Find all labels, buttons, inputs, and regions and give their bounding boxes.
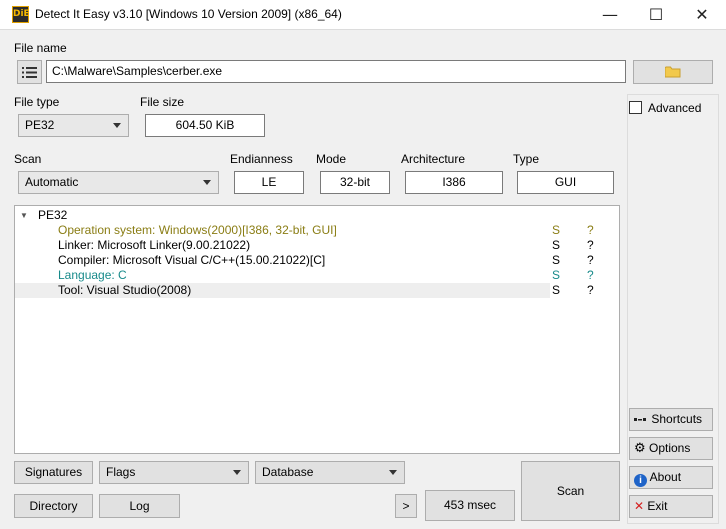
tree-row-info-button[interactable]: ? — [587, 238, 594, 253]
file-path-input[interactable]: C:\Malware\Samples\cerber.exe — [46, 60, 626, 83]
info-icon: i — [634, 474, 647, 487]
advanced-checkbox[interactable] — [629, 101, 642, 114]
tree-row-flag: S — [552, 268, 561, 282]
window-title: Detect It Easy v3.10 [Windows 10 Version… — [35, 7, 342, 21]
file-name-label: File name — [14, 41, 67, 55]
file-size-label: File size — [140, 95, 185, 109]
tree-row-linker[interactable]: Linker: Microsoft Linker(9.00.21022) S ? — [15, 238, 619, 253]
file-menu-button[interactable] — [17, 60, 42, 84]
flags-select[interactable]: Flags — [99, 461, 249, 484]
tree-row-flag: S — [552, 283, 561, 297]
mode-label: Mode — [316, 152, 347, 166]
expand-icon[interactable]: ▼ — [20, 208, 28, 223]
shortcuts-label: Shortcuts — [651, 412, 703, 426]
advanced-label: Advanced — [648, 101, 702, 115]
tree-root[interactable]: ▼ PE32 — [15, 208, 619, 223]
scan-button[interactable]: Scan — [521, 461, 620, 521]
tree-row-info-button[interactable]: ? — [587, 283, 594, 298]
list-icon — [22, 67, 37, 78]
options-label: Options — [649, 441, 691, 455]
gear-icon: ⚙ — [634, 441, 646, 456]
more-button[interactable]: > — [395, 494, 417, 518]
endianness-label: Endianness — [230, 152, 293, 166]
tree-row-info-button[interactable]: ? — [587, 253, 594, 268]
close-icon: ✕ — [634, 499, 645, 513]
log-button[interactable]: Log — [99, 494, 180, 518]
shortcuts-button[interactable]: Shortcuts — [629, 408, 713, 431]
database-select[interactable]: Database — [255, 461, 405, 484]
tree-row-compiler[interactable]: Compiler: Microsoft Visual C/C++(15.00.2… — [15, 253, 619, 268]
tree-row-text: Operation system: Windows(2000)[I386, 32… — [58, 223, 337, 237]
title-bar: DiE Detect It Easy v3.10 [Windows 10 Ver… — [0, 0, 726, 30]
app-icon: DiE — [12, 6, 30, 23]
type-field: GUI — [517, 171, 614, 194]
open-file-button[interactable] — [633, 60, 713, 84]
chevron-down-icon — [203, 180, 211, 185]
mode-field: 32-bit — [320, 171, 390, 194]
chevron-down-icon — [113, 123, 121, 128]
exit-button[interactable]: ✕ Exit — [629, 495, 713, 518]
scan-label: Scan — [14, 152, 42, 166]
tree-row-language[interactable]: Language: C S ? — [15, 268, 619, 283]
tree-row-tool-cols: S ? — [15, 283, 619, 298]
type-label: Type — [513, 152, 540, 166]
close-button[interactable]: ✕ — [679, 0, 725, 30]
scan-time: 453 msec — [425, 490, 515, 521]
database-label: Database — [262, 465, 314, 479]
tree-row-text: Compiler: Microsoft Visual C/C++(15.00.2… — [58, 253, 326, 267]
architecture-label: Architecture — [401, 152, 466, 166]
about-button[interactable]: i About — [629, 466, 713, 489]
scan-mode-value: Automatic — [25, 175, 79, 189]
flags-label: Flags — [106, 465, 136, 479]
shortcuts-icon — [634, 417, 646, 421]
chevron-down-icon — [233, 470, 241, 475]
about-label: About — [649, 470, 682, 484]
results-tree[interactable]: ▼ PE32 Operation system: Windows(2000)[I… — [14, 205, 620, 454]
file-type-label: File type — [14, 95, 60, 109]
tree-row-flag: S — [552, 223, 561, 237]
folder-icon — [664, 66, 681, 78]
chevron-down-icon — [389, 470, 397, 475]
tree-row-os[interactable]: Operation system: Windows(2000)[I386, 32… — [15, 223, 619, 238]
endianness-field: LE — [234, 171, 304, 194]
file-type-select[interactable]: PE32 — [18, 114, 129, 137]
directory-button[interactable]: Directory — [14, 494, 93, 518]
file-type-value: PE32 — [25, 118, 55, 132]
signatures-button[interactable]: Signatures — [14, 461, 93, 484]
exit-label: Exit — [647, 499, 668, 513]
tree-root-label: PE32 — [38, 208, 68, 222]
tree-row-info-button[interactable]: ? — [587, 268, 594, 283]
architecture-field: I386 — [405, 171, 503, 194]
file-size-field: 604.50 KiB — [145, 114, 265, 137]
minimize-button[interactable]: — — [587, 0, 633, 30]
tree-row-text: Linker: Microsoft Linker(9.00.21022) — [58, 238, 251, 252]
tree-row-flag: S — [552, 253, 561, 267]
maximize-button[interactable]: ☐ — [633, 0, 679, 30]
tree-row-flag: S — [552, 238, 561, 252]
tree-row-info-button[interactable]: ? — [587, 223, 594, 238]
tree-row-text: Language: C — [58, 268, 127, 282]
options-button[interactable]: ⚙ Options — [629, 437, 713, 460]
scan-mode-select[interactable]: Automatic — [18, 171, 219, 194]
